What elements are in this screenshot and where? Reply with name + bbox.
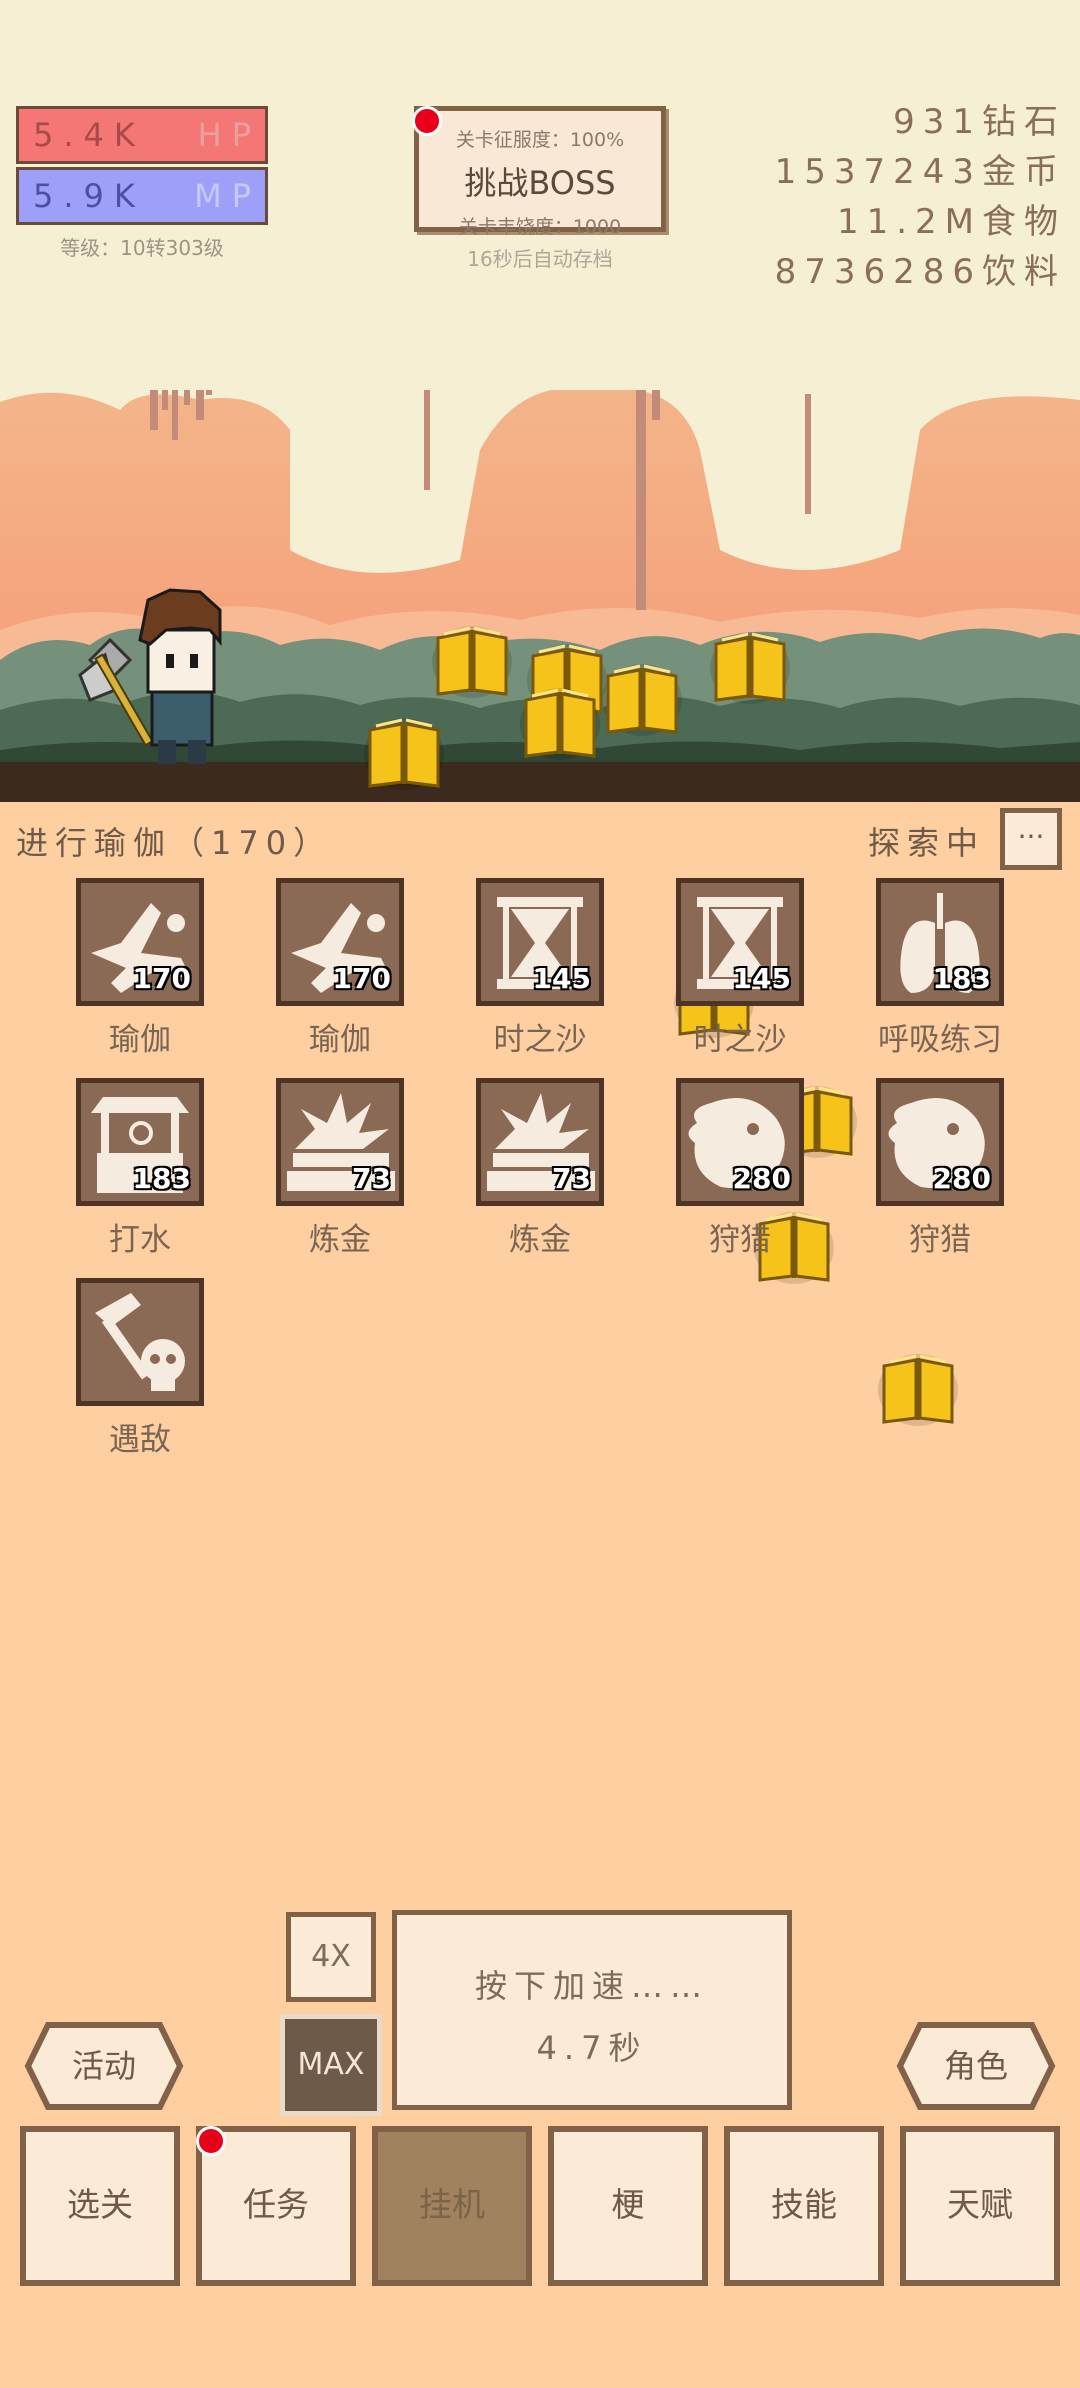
richness-text: 关卡丰饶度：1000 <box>458 216 622 238</box>
drink-count: 8736286饮料 <box>774 252 1066 292</box>
hp-value: 5.4K <box>33 116 145 154</box>
challenge-boss-label: 挑战BOSS <box>464 164 616 202</box>
skill-count: 183 <box>132 1162 191 1195</box>
skill-name: 狩猎 <box>909 1222 971 1258</box>
mp-label: MP <box>194 177 261 215</box>
skill-name: 时之沙 <box>693 1022 787 1058</box>
activity-button[interactable]: 活动 <box>24 2020 184 2112</box>
skill-book-pickup-icon[interactable] <box>876 1348 960 1428</box>
skill-card[interactable]: 280 狩猎 <box>876 1078 1004 1258</box>
tasks-notification-dot <box>196 2126 226 2156</box>
skill-card[interactable]: 73 炼金 <box>476 1078 604 1258</box>
skill-count: 170 <box>132 962 191 995</box>
mp-bar: 5.9K MP <box>16 167 268 225</box>
nav-idle[interactable]: 挂机 <box>372 2126 532 2286</box>
accelerate-seconds: 4.7秒 <box>536 2029 648 2067</box>
skill-card[interactable]: 遇敌 <box>76 1278 204 1458</box>
skill-name: 炼金 <box>509 1222 571 1258</box>
skill-icon-frame: 280 <box>676 1078 804 1206</box>
food-count: 11.2M食物 <box>836 202 1066 242</box>
skill-count: 73 <box>352 1162 391 1195</box>
skill-count: 280 <box>932 1162 991 1195</box>
skill-card[interactable]: 183 打水 <box>76 1078 204 1258</box>
skill-name: 瑜伽 <box>309 1022 371 1058</box>
character-label: 角色 <box>943 2047 1008 2085</box>
accelerate-button[interactable]: 按下加速…… 4.7秒 <box>392 1910 792 2110</box>
skill-name: 呼吸练习 <box>878 1022 1002 1058</box>
skill-count: 145 <box>732 962 791 995</box>
skill-icon-frame: 170 <box>276 878 404 1006</box>
skill-card[interactable]: 145 时之沙 <box>476 878 604 1058</box>
character-button[interactable]: 角色 <box>896 2020 1056 2112</box>
activity-label: 活动 <box>71 2047 136 2085</box>
skill-count: 280 <box>732 1162 791 1195</box>
skill-count: 145 <box>532 962 591 995</box>
skill-card[interactable]: 183 呼吸练习 <box>876 878 1004 1058</box>
challenge-boss-button[interactable]: 关卡征服度：100% 挑战BOSS 关卡丰饶度：1000 <box>414 106 666 238</box>
conquest-text: 关卡征服度：100% <box>455 129 625 151</box>
skill-name: 炼金 <box>309 1222 371 1258</box>
skill-icon-frame: 145 <box>476 878 604 1006</box>
more-button[interactable]: ··· <box>1000 808 1062 870</box>
skill-count: 183 <box>932 962 991 995</box>
speed-multiplier-button[interactable]: 4X <box>286 1912 376 2002</box>
skill-name: 瑜伽 <box>109 1022 171 1058</box>
skill-count: 170 <box>332 962 391 995</box>
nav-memes[interactable]: 梗 <box>548 2126 708 2286</box>
current-action-text: 进行瑜伽（170） <box>16 824 333 862</box>
skill-card[interactable]: 73 炼金 <box>276 1078 404 1258</box>
player-character <box>78 588 222 764</box>
skill-book-pickup-icon[interactable] <box>600 658 684 738</box>
hp-bar: 5.4K HP <box>16 106 268 164</box>
boss-notification-dot <box>412 106 442 136</box>
accelerate-hint: 按下加速…… <box>474 1967 709 2005</box>
skill-card[interactable]: 170 瑜伽 <box>276 878 404 1058</box>
skill-icon-frame: 280 <box>876 1078 1004 1206</box>
skill-book-pickup-icon[interactable] <box>518 682 602 762</box>
autosave-text: 16秒后自动存档 <box>467 247 613 271</box>
skill-book-pickup-icon[interactable] <box>362 712 446 792</box>
hp-label: HP <box>197 116 261 154</box>
mp-value: 5.9K <box>33 177 145 215</box>
max-speed-button[interactable]: MAX <box>280 2014 382 2116</box>
skill-name: 时之沙 <box>493 1022 587 1058</box>
skill-icon-frame: 145 <box>676 878 804 1006</box>
skull-axe-icon <box>95 1293 185 1391</box>
skill-book-pickup-icon[interactable] <box>708 626 792 706</box>
skill-name: 狩猎 <box>709 1222 771 1258</box>
skill-icon-frame: 183 <box>76 1078 204 1206</box>
skill-card[interactable]: 280 狩猎 <box>676 1078 804 1258</box>
diamond-count: 931钻石 <box>893 102 1066 142</box>
nav-talents[interactable]: 天赋 <box>900 2126 1060 2286</box>
skill-name: 打水 <box>109 1222 171 1258</box>
skill-count: 73 <box>552 1162 591 1195</box>
skill-name: 遇敌 <box>109 1422 171 1458</box>
nav-skills[interactable]: 技能 <box>724 2126 884 2286</box>
nav-select-level[interactable]: 选关 <box>20 2126 180 2286</box>
skill-book-pickup-icon[interactable] <box>430 620 514 700</box>
skill-card[interactable]: 145 时之沙 <box>676 878 804 1058</box>
level-text: 等级：10转303级 <box>60 236 224 260</box>
skill-card[interactable]: 170 瑜伽 <box>76 878 204 1058</box>
skill-icon-frame: 73 <box>476 1078 604 1206</box>
skill-icon-frame: 170 <box>76 878 204 1006</box>
skill-icon-frame: 183 <box>876 878 1004 1006</box>
skill-icon-frame <box>76 1278 204 1406</box>
skill-icon-frame: 73 <box>276 1078 404 1206</box>
exploring-text: 探索中 <box>868 824 986 862</box>
gold-count: 1537243金币 <box>774 152 1066 192</box>
